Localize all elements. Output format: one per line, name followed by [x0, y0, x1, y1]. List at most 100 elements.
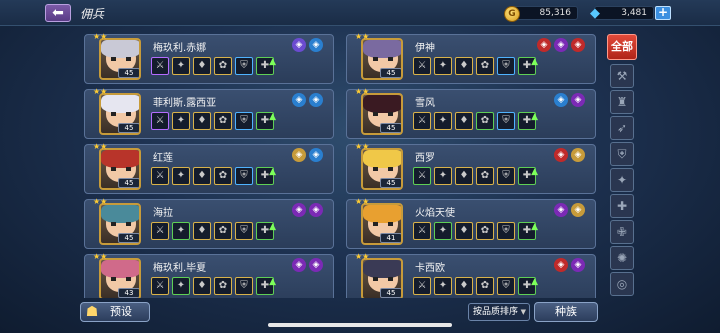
equipment-slot-icon[interactable]: ⚔ [413, 112, 431, 130]
equipment-slot-icon[interactable]: ⛨ [235, 167, 253, 185]
equipment-slot-icon[interactable]: ✿ [476, 167, 494, 185]
equipment-slot-icon[interactable]: ✦ [172, 167, 190, 185]
hero-name: 菲利斯.露西亚 [153, 98, 217, 109]
hero-level: 45 [380, 123, 401, 133]
equipment-slot-icon[interactable]: ♦ [455, 167, 473, 185]
hero-portrait: 45 [361, 93, 403, 135]
warrior-icon[interactable]: ⚒ [610, 64, 634, 88]
equipment-slot-icon[interactable]: ⚔ [413, 277, 431, 295]
equipment-slot-icon[interactable]: ⚔ [151, 167, 169, 185]
equipment-slot-icon[interactable]: ✦ [172, 222, 190, 240]
equipment-slot-icon[interactable]: ✦ [434, 222, 452, 240]
healer-icon[interactable]: ✙ [610, 220, 634, 244]
equipment-slot-icon[interactable]: ✚ ▲ [518, 167, 538, 185]
equipment-slot-icon[interactable]: ✿ [214, 112, 232, 130]
hero-portrait: 45 [361, 258, 403, 298]
hero-level: 41 [380, 233, 401, 243]
filter-all-button[interactable]: 全部 [607, 34, 637, 60]
equipment-slot-icon[interactable]: ♦ [193, 112, 211, 130]
equipment-slot-icon[interactable]: ⛨ [497, 167, 515, 185]
equipment-slot-icon[interactable]: ⚔ [151, 112, 169, 130]
mage-icon[interactable]: ✺ [610, 246, 634, 270]
back-button[interactable]: ⬅ [45, 4, 71, 22]
tank-icon[interactable]: ♜ [610, 90, 634, 114]
hero-class-icons: ◈ ◈ [292, 258, 323, 272]
hero-card[interactable]: 45 ★★ 梅玖利.赤娜 ◈ ◈ ⚔ ✦ ♦ ✿ ⛨ ✚ ▲ [84, 32, 334, 84]
equipment-slot-icon[interactable]: ♦ [193, 57, 211, 75]
equipment-slot-icon[interactable]: ✿ [476, 112, 494, 130]
equipment-row: ⚔ ✦ ♦ ✿ ⛨ ✚ ▲ [151, 222, 276, 240]
equipment-slot-icon[interactable]: ⚔ [413, 167, 431, 185]
equipment-slot-icon[interactable]: ♦ [455, 277, 473, 295]
archer-icon[interactable]: ➶ [610, 116, 634, 140]
equipment-slot-icon[interactable]: ⚔ [413, 222, 431, 240]
equipment-slot-icon[interactable]: ✦ [172, 277, 190, 295]
equipment-slot-icon[interactable]: ✦ [434, 277, 452, 295]
sort-dropdown[interactable]: 按品质排序 ▼ [468, 303, 530, 321]
equipment-slot-icon[interactable]: ✦ [434, 112, 452, 130]
hero-card[interactable]: 45 ★★ 伊神 ◈ ◈ ◈ ⚔ ✦ ♦ ✿ ⛨ ✚ ▲ [346, 33, 596, 84]
equipment-slot-icon[interactable]: ♦ [455, 112, 473, 130]
equipment-slot-icon[interactable]: ✚ ▲ [518, 222, 538, 240]
equipment-slot-icon[interactable]: ⛨ [235, 277, 253, 295]
add-diamonds-button[interactable]: + [655, 6, 671, 20]
support-icon[interactable]: ✚ [610, 194, 634, 218]
equipment-slot-icon[interactable]: ♦ [455, 222, 473, 240]
equipment-slot-icon[interactable]: ✚ ▲ [518, 57, 538, 75]
equipment-slot-icon[interactable]: ✦ [172, 57, 190, 75]
equipment-slot-icon[interactable]: ⚔ [151, 57, 169, 75]
equipment-slot-icon[interactable]: ♦ [193, 167, 211, 185]
hero-card[interactable]: 45 ★★ 西罗 ◈ ◈ ⚔ ✦ ♦ ✿ ⛨ ✚ ▲ [346, 143, 596, 194]
equipment-slot-icon[interactable]: ✚ ▲ [256, 277, 276, 295]
equipment-row: ⚔ ✦ ♦ ✿ ⛨ ✚ ▲ [151, 112, 276, 130]
target-icon[interactable]: ◎ [610, 272, 634, 296]
hero-card[interactable]: 41 ★★ 火焰天使 ◈ ◈ ⚔ ✦ ♦ ✿ ⛨ ✚ ▲ [346, 198, 596, 249]
diamond-display: ◆ 3,481 [590, 5, 654, 21]
equipment-slot-icon[interactable]: ✚ ▲ [256, 167, 276, 185]
equipment-slot-icon[interactable]: ✿ [214, 222, 232, 240]
star-icon: ★★ [355, 87, 370, 96]
equipment-slot-icon[interactable]: ⛨ [497, 222, 515, 240]
equipment-slot-icon[interactable]: ✦ [434, 57, 452, 75]
equipment-slot-icon[interactable]: ⚔ [151, 222, 169, 240]
upgrade-arrow-icon: ▲ [269, 222, 276, 232]
equipment-slot-icon[interactable]: ♦ [193, 277, 211, 295]
assassin-icon[interactable]: ✦ [610, 168, 634, 192]
equipment-slot-icon[interactable]: ♦ [193, 222, 211, 240]
hero-level: 45 [118, 233, 139, 243]
equipment-slot-icon[interactable]: ✚ ▲ [518, 277, 538, 295]
star-icon: ★★ [93, 32, 108, 41]
hero-name: 火焰天使 [415, 208, 455, 219]
equipment-slot-icon[interactable]: ✿ [476, 277, 494, 295]
equipment-slot-icon[interactable]: ✚ ▲ [256, 222, 276, 240]
equipment-slot-icon[interactable]: ✿ [214, 277, 232, 295]
equipment-slot-icon[interactable]: ⚔ [151, 277, 169, 295]
equipment-slot-icon[interactable]: ✚ ▲ [518, 112, 538, 130]
upgrade-arrow-icon: ▲ [531, 57, 538, 67]
hero-card[interactable]: 45 ★★ 卡西欧 ◈ ◈ ⚔ ✦ ♦ ✿ ⛨ ✚ ▲ [346, 253, 596, 298]
hero-card[interactable]: 45 ★★ 菲利斯.露西亚 ◈ ◈ ⚔ ✦ ♦ ✿ ⛨ ✚ ▲ [84, 88, 334, 139]
equipment-slot-icon[interactable]: ⛨ [497, 57, 515, 75]
equipment-slot-icon[interactable]: ✿ [214, 57, 232, 75]
equipment-slot-icon[interactable]: ⛨ [235, 222, 253, 240]
equipment-slot-icon[interactable]: ✿ [476, 222, 494, 240]
equipment-slot-icon[interactable]: ⚔ [413, 57, 431, 75]
hero-card[interactable]: 45 ★★ 海拉 ◈ ◈ ⚔ ✦ ♦ ✿ ⛨ ✚ ▲ [84, 198, 334, 249]
equipment-slot-icon[interactable]: ✦ [172, 112, 190, 130]
upgrade-arrow-icon: ▲ [531, 222, 538, 232]
equipment-slot-icon[interactable]: ⛨ [497, 277, 515, 295]
equipment-slot-icon[interactable]: ⛨ [497, 112, 515, 130]
equipment-slot-icon[interactable]: ✚ ▲ [256, 57, 276, 75]
equipment-slot-icon[interactable]: ✦ [434, 167, 452, 185]
hero-card[interactable]: 45 ★★ 红莲 ◈ ◈ ⚔ ✦ ♦ ✿ ⛨ ✚ ▲ [84, 143, 334, 194]
equipment-slot-icon[interactable]: ✿ [214, 167, 232, 185]
hero-card[interactable]: 45 ★★ 雪风 ◈ ◈ ⚔ ✦ ♦ ✿ ⛨ ✚ ▲ [346, 87, 596, 139]
shield-icon[interactable]: ⛨ [610, 142, 634, 166]
equipment-slot-icon[interactable]: ✚ ▲ [256, 112, 276, 130]
equipment-slot-icon[interactable]: ✿ [476, 57, 494, 75]
equipment-slot-icon[interactable]: ♦ [455, 57, 473, 75]
race-button[interactable]: 种族 [534, 302, 598, 322]
equipment-slot-icon[interactable]: ⛨ [235, 57, 253, 75]
equipment-slot-icon[interactable]: ⛨ [235, 112, 253, 130]
hero-card[interactable]: 43 ★★ 梅玖利.毕夏 ◈ ◈ ⚔ ✦ ♦ ✿ ⛨ ✚ ▲ [84, 253, 334, 298]
